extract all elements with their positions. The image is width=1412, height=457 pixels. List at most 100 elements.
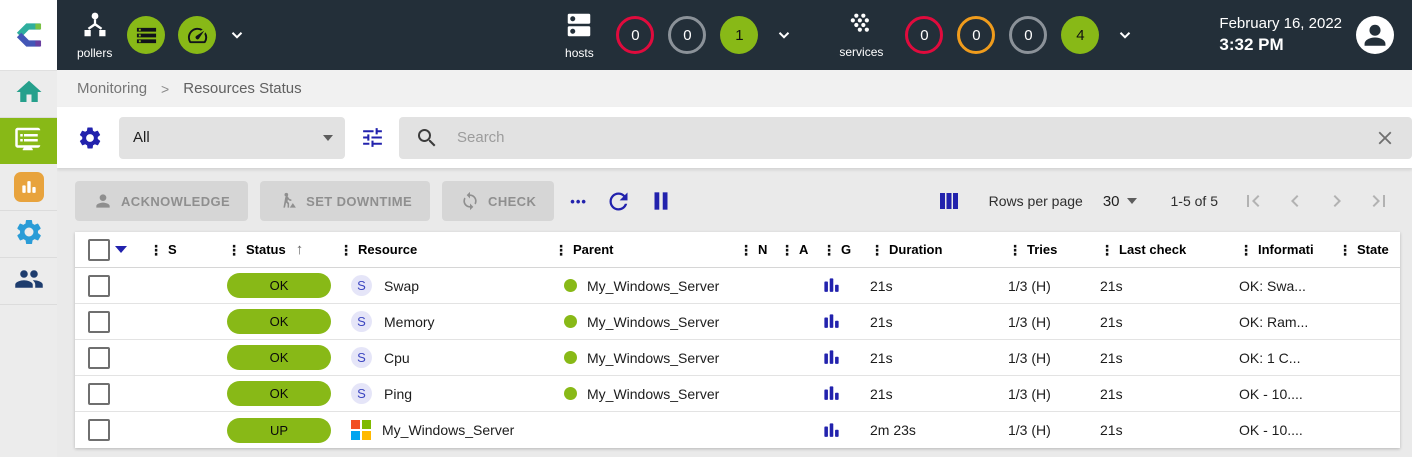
graph-icon[interactable]: [822, 348, 841, 367]
column-header-last-check[interactable]: Last check: [1119, 242, 1186, 257]
row-checkbox[interactable]: [88, 275, 110, 297]
downtime-worker-icon: [278, 191, 298, 211]
rows-per-page-select[interactable]: 30: [1103, 193, 1137, 210]
column-handle-icon[interactable]: ⋮: [822, 243, 836, 257]
hosts-down-counter[interactable]: 0: [616, 16, 654, 54]
resource-name[interactable]: Memory: [384, 314, 435, 330]
row-checkbox[interactable]: [88, 383, 110, 405]
poller-configuration-icon[interactable]: [127, 16, 165, 54]
sidebar-item-configuration[interactable]: [0, 211, 57, 258]
search-box: [399, 117, 1412, 159]
row-checkbox[interactable]: [88, 347, 110, 369]
user-avatar[interactable]: [1356, 16, 1394, 54]
last-page-button[interactable]: [1367, 189, 1391, 213]
refresh-button[interactable]: [605, 188, 632, 215]
services-menu[interactable]: services: [839, 11, 883, 59]
column-header-severity[interactable]: S: [168, 242, 177, 257]
set-downtime-button[interactable]: SET DOWNTIME: [260, 181, 430, 221]
search-input[interactable]: [455, 128, 1374, 147]
resource-name[interactable]: Ping: [384, 386, 412, 402]
poller-latency-icon[interactable]: [178, 16, 216, 54]
sort-asc-icon[interactable]: ↑: [296, 241, 304, 258]
acknowledge-button[interactable]: ACKNOWLEDGE: [75, 181, 248, 221]
column-handle-icon[interactable]: ⋮: [149, 243, 163, 257]
column-handle-icon[interactable]: ⋮: [870, 243, 884, 257]
column-header-parent[interactable]: Parent: [573, 242, 613, 257]
filter-settings-gear-icon[interactable]: [77, 125, 103, 151]
column-header-resource[interactable]: Resource: [358, 242, 417, 257]
services-unknown-counter[interactable]: 0: [1009, 16, 1047, 54]
column-handle-icon[interactable]: ⋮: [1239, 243, 1253, 257]
column-header-status[interactable]: Status: [246, 242, 286, 257]
column-header-duration[interactable]: Duration: [889, 242, 942, 257]
column-handle-icon[interactable]: ⋮: [339, 243, 353, 257]
expand-all-arrow-icon[interactable]: [115, 246, 127, 253]
tries-value: 1/3 (H): [1008, 278, 1051, 294]
pollers-chevron-down-icon[interactable]: [228, 26, 246, 44]
select-all-checkbox[interactable]: [88, 239, 110, 261]
resource-name[interactable]: Cpu: [384, 350, 410, 366]
centreon-logo[interactable]: [0, 0, 57, 71]
edit-columns-icon[interactable]: [937, 189, 961, 213]
acknowledge-label: ACKNOWLEDGE: [121, 194, 230, 209]
parent-name[interactable]: My_Windows_Server: [587, 314, 719, 330]
graph-icon[interactable]: [822, 384, 841, 403]
filter-scope-select[interactable]: All: [119, 117, 345, 159]
tries-value: 1/3 (H): [1008, 386, 1051, 402]
hosts-up-counter[interactable]: 1: [720, 16, 758, 54]
sidebar-item-administration[interactable]: [0, 258, 57, 305]
more-actions-icon[interactable]: •••: [570, 194, 587, 209]
graph-icon[interactable]: [822, 421, 841, 440]
check-button[interactable]: CHECK: [442, 181, 554, 221]
column-handle-icon[interactable]: ⋮: [1100, 243, 1114, 257]
column-handle-icon[interactable]: ⋮: [739, 243, 753, 257]
table-row[interactable]: OK SCpu My_Windows_Server 21s 1/3 (H) 21…: [75, 340, 1400, 376]
last-check-value: 21s: [1100, 350, 1123, 366]
column-handle-icon[interactable]: ⋮: [227, 243, 241, 257]
table-row[interactable]: OK SPing My_Windows_Server 21s 1/3 (H) 2…: [75, 376, 1400, 412]
column-header-acknowledged[interactable]: A: [799, 242, 808, 257]
advanced-filter-tune-icon[interactable]: [360, 125, 385, 150]
column-handle-icon[interactable]: ⋮: [780, 243, 794, 257]
hosts-menu[interactable]: hosts: [564, 10, 594, 60]
parent-name[interactable]: My_Windows_Server: [587, 386, 719, 402]
hosts-chevron-down-icon[interactable]: [775, 26, 793, 44]
services-critical-counter[interactable]: 0: [905, 16, 943, 54]
row-checkbox[interactable]: [88, 311, 110, 333]
services-ok-counter[interactable]: 4: [1061, 16, 1099, 54]
column-header-state[interactable]: State: [1357, 242, 1389, 257]
row-checkbox[interactable]: [88, 419, 110, 441]
next-page-button[interactable]: [1325, 189, 1349, 213]
table-row[interactable]: OK SSwap My_Windows_Server 21s 1/3 (H) 2…: [75, 268, 1400, 304]
sidebar-item-monitoring[interactable]: [0, 118, 57, 164]
centreon-logo-icon: [12, 18, 46, 52]
pause-autorefresh-button[interactable]: [648, 188, 674, 214]
breadcrumb-section[interactable]: Monitoring: [77, 80, 147, 97]
column-header-graph[interactable]: G: [841, 242, 851, 257]
graph-icon[interactable]: [822, 276, 841, 295]
last-check-value: 21s: [1100, 314, 1123, 330]
column-handle-icon[interactable]: ⋮: [554, 243, 568, 257]
graph-icon[interactable]: [822, 312, 841, 331]
previous-page-button[interactable]: [1283, 189, 1307, 213]
first-page-button[interactable]: [1241, 189, 1265, 213]
hosts-unreachable-counter[interactable]: 0: [668, 16, 706, 54]
services-chevron-down-icon[interactable]: [1116, 26, 1134, 44]
sidebar-item-reporting[interactable]: [0, 164, 57, 211]
parent-name[interactable]: My_Windows_Server: [587, 278, 719, 294]
service-badge: S: [351, 383, 372, 404]
sidebar-item-home[interactable]: [0, 71, 57, 118]
resource-name[interactable]: My_Windows_Server: [382, 422, 514, 438]
column-handle-icon[interactable]: ⋮: [1008, 243, 1022, 257]
column-header-notification[interactable]: N: [758, 242, 767, 257]
column-header-information[interactable]: Informati: [1258, 242, 1314, 257]
table-row[interactable]: UP My_Windows_Server 2m 23s 1/3 (H) 21s …: [75, 412, 1400, 448]
table-row[interactable]: OK SMemory My_Windows_Server 21s 1/3 (H)…: [75, 304, 1400, 340]
parent-name[interactable]: My_Windows_Server: [587, 350, 719, 366]
pollers-menu[interactable]: pollers: [77, 10, 112, 60]
clear-search-icon[interactable]: [1374, 127, 1396, 149]
services-warning-counter[interactable]: 0: [957, 16, 995, 54]
column-handle-icon[interactable]: ⋮: [1338, 243, 1352, 257]
resource-name[interactable]: Swap: [384, 278, 419, 294]
column-header-tries[interactable]: Tries: [1027, 242, 1057, 257]
